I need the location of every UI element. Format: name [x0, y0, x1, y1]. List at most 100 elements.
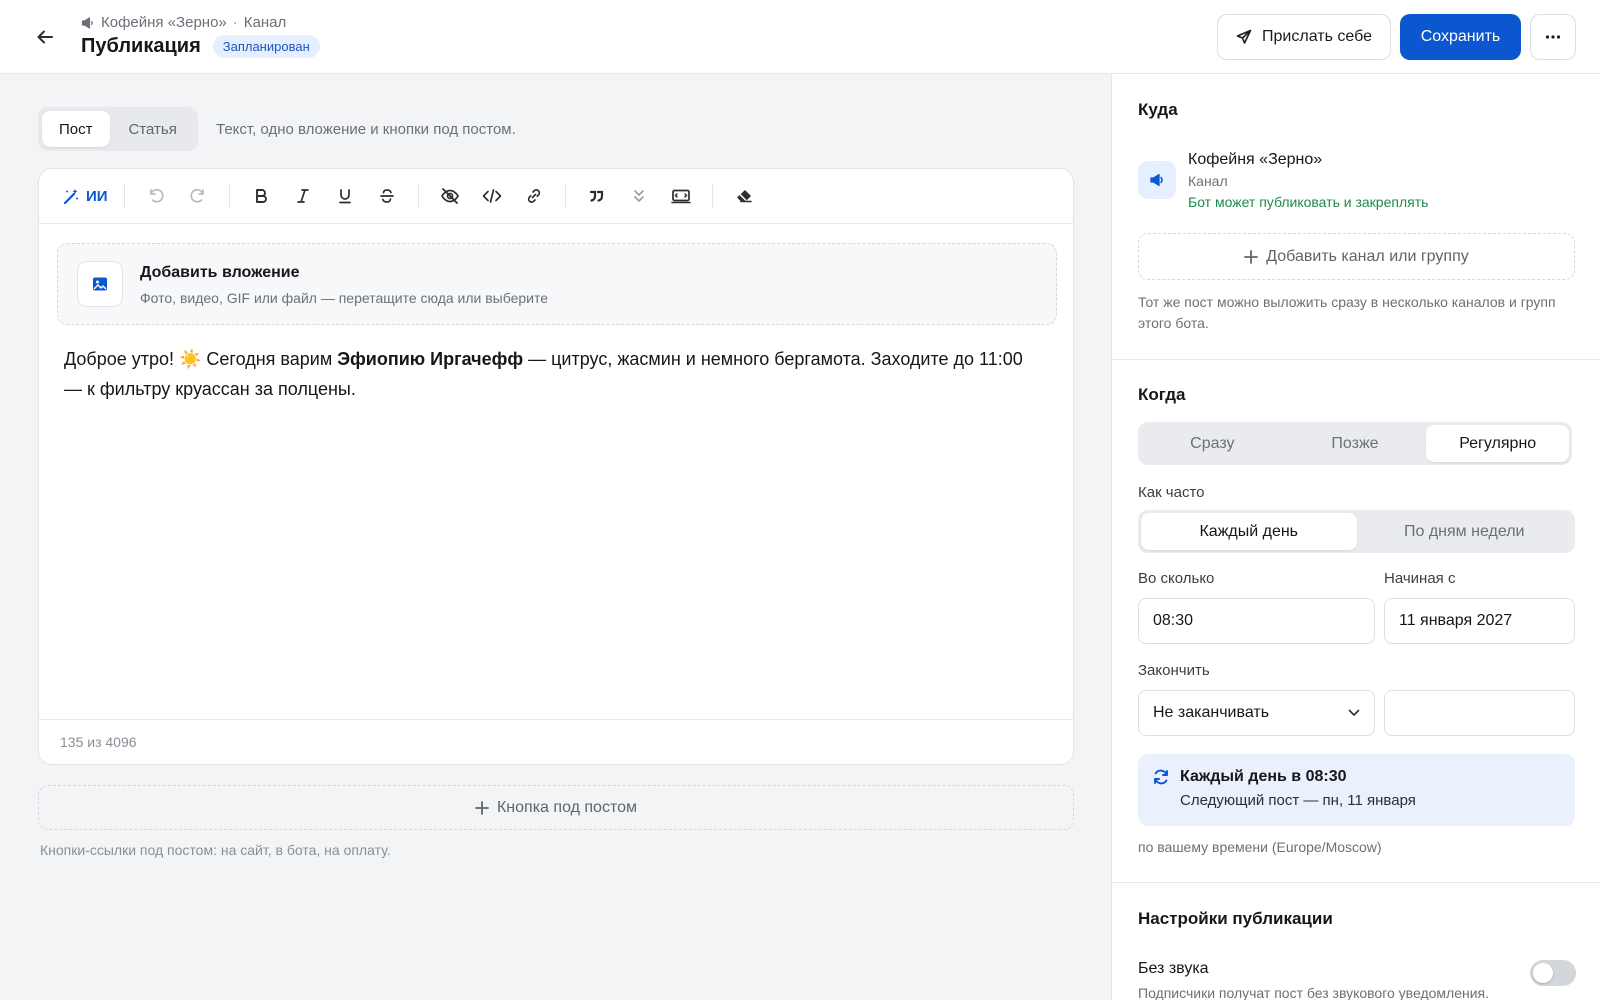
- italic-icon: [296, 189, 309, 203]
- monospace-block-button[interactable]: [665, 180, 697, 212]
- toolbar-divider: [228, 184, 230, 208]
- start-date-label: Начиная с: [1384, 570, 1456, 587]
- send-to-self-button[interactable]: Прислать себе: [1217, 14, 1391, 60]
- bold-button[interactable]: [245, 180, 277, 212]
- add-channel-label: Добавить канал или группу: [1266, 247, 1469, 265]
- frequency-daily[interactable]: Каждый день: [1141, 513, 1357, 550]
- megaphone-icon: [1150, 173, 1163, 187]
- ai-button[interactable]: ИИ: [57, 180, 114, 212]
- expandable-quote-button[interactable]: [623, 180, 655, 212]
- undo-button[interactable]: [140, 180, 172, 212]
- quote-button[interactable]: [581, 180, 613, 212]
- section-title-where: Куда: [1138, 100, 1178, 119]
- breadcrumb-channel[interactable]: Кофейня «Зерно»: [101, 14, 227, 31]
- post-text-bold: Эфиопию Иргачефф: [337, 349, 524, 369]
- send-to-self-label: Прислать себе: [1262, 28, 1372, 45]
- paper-plane-icon: [1236, 29, 1252, 44]
- code-icon: [482, 189, 501, 203]
- silent-description: Подписчики получат пост без звукового ув…: [1138, 985, 1489, 1000]
- channel-permission: Бот может публиковать и закреплять: [1188, 194, 1429, 210]
- toolbar-divider: [711, 184, 713, 208]
- save-button[interactable]: Сохранить: [1400, 14, 1521, 60]
- section-title-when: Когда: [1138, 385, 1186, 404]
- more-button[interactable]: [1530, 14, 1576, 60]
- header: Кофейня «Зерно» · Канал Публикация Запла…: [0, 0, 1600, 74]
- channel-name: Кофейня «Зерно»: [1188, 151, 1323, 168]
- megaphone-icon: [81, 16, 93, 29]
- spoiler-icon: [440, 188, 459, 204]
- strikethrough-button[interactable]: [371, 180, 403, 212]
- attachment-icon-box: [77, 261, 123, 307]
- ellipsis-icon: [1545, 35, 1561, 39]
- monospace-block-icon: [670, 189, 691, 204]
- back-button[interactable]: [30, 22, 60, 52]
- strikethrough-icon: [379, 189, 394, 203]
- mode-recurring[interactable]: Регулярно: [1426, 425, 1570, 462]
- clear-format-button[interactable]: [728, 180, 760, 212]
- add-inline-button[interactable]: Кнопка под постом: [38, 785, 1074, 830]
- redo-icon: [189, 188, 204, 203]
- end-select-value: Не заканчивать: [1153, 704, 1270, 721]
- spoiler-button[interactable]: [434, 180, 466, 212]
- silent-toggle[interactable]: [1530, 960, 1576, 986]
- undo-icon: [149, 188, 164, 203]
- image-icon: [93, 277, 107, 291]
- breadcrumb-separator: ·: [232, 14, 238, 31]
- section-divider: [1112, 359, 1600, 360]
- channel-hint: Тот же пост можно выложить сразу в неско…: [1138, 294, 1556, 331]
- chevron-down-icon: [1348, 709, 1360, 716]
- mode-now[interactable]: Сразу: [1141, 425, 1284, 462]
- expandable-quote-icon: [633, 190, 644, 202]
- status-badge: Запланирован: [212, 35, 320, 58]
- tab-post[interactable]: Пост: [42, 111, 110, 147]
- summary-next-post: Следующий пост — пн, 11 января: [1180, 792, 1416, 809]
- schedule-mode-switch: Сразу Позже Регулярно: [1138, 422, 1572, 465]
- summary-title: Каждый день в 08:30: [1180, 768, 1347, 785]
- start-date-input[interactable]: 11 января 2027: [1384, 598, 1575, 644]
- silent-label: Без звука: [1138, 960, 1209, 977]
- editor-toolbar: ИИ: [39, 169, 1073, 224]
- quote-icon: [589, 190, 603, 202]
- add-attachment-dropzone[interactable]: Добавить вложение Фото, видео, GIF или ф…: [57, 243, 1057, 325]
- section-divider: [1112, 882, 1600, 883]
- magic-wand-icon: [63, 188, 79, 204]
- arrow-left-icon: [37, 30, 53, 44]
- link-icon: [527, 189, 540, 203]
- italic-button[interactable]: [287, 180, 319, 212]
- page-title: Публикация: [81, 35, 201, 57]
- tab-article[interactable]: Статья: [112, 111, 194, 147]
- end-label: Закончить: [1138, 662, 1210, 679]
- channel-avatar: [1138, 161, 1176, 199]
- frequency-weekdays[interactable]: По дням недели: [1357, 513, 1573, 550]
- code-button[interactable]: [476, 180, 508, 212]
- title-row: Публикация Запланирован: [81, 35, 320, 58]
- mode-later[interactable]: Позже: [1284, 425, 1427, 462]
- post-text-part: Доброе утро! ☀️ Сегодня варим: [64, 349, 338, 369]
- attachment-title: Добавить вложение: [140, 264, 300, 281]
- add-channel-button[interactable]: Добавить канал или группу: [1138, 233, 1575, 280]
- section-title-settings: Настройки публикации: [1138, 909, 1333, 928]
- frequency-label: Как часто: [1138, 484, 1205, 501]
- end-select[interactable]: Не заканчивать: [1138, 690, 1375, 736]
- post-text-area[interactable]: Доброе утро! ☀️ Сегодня варим Эфиопию Ир…: [64, 344, 1044, 404]
- time-input[interactable]: 08:30: [1138, 598, 1375, 644]
- redo-button[interactable]: [182, 180, 214, 212]
- breadcrumb-type: Канал: [243, 14, 287, 31]
- post-type-tabs: Пост Статья: [38, 107, 198, 151]
- post-type-hint: Текст, одно вложение и кнопки под постом…: [216, 121, 516, 138]
- channel-type: Канал: [1188, 173, 1228, 189]
- underline-button[interactable]: [329, 180, 361, 212]
- ai-label: ИИ: [86, 187, 108, 205]
- toggle-knob: [1533, 963, 1553, 983]
- plus-icon: [1244, 249, 1259, 264]
- settings-panel: Куда Кофейня «Зерно» Канал Бот может пуб…: [1111, 74, 1600, 1000]
- schedule-summary: Каждый день в 08:30 Следующий пост — пн,…: [1138, 754, 1575, 826]
- toolbar-divider: [417, 184, 419, 208]
- link-button[interactable]: [518, 180, 550, 212]
- underline-icon: [338, 189, 351, 204]
- repeat-icon: [1154, 769, 1168, 785]
- timezone-hint: по вашему времени (Europe/Moscow): [1138, 839, 1382, 855]
- toolbar-divider: [564, 184, 566, 208]
- bold-icon: [255, 189, 267, 203]
- end-extra-input[interactable]: [1384, 690, 1575, 736]
